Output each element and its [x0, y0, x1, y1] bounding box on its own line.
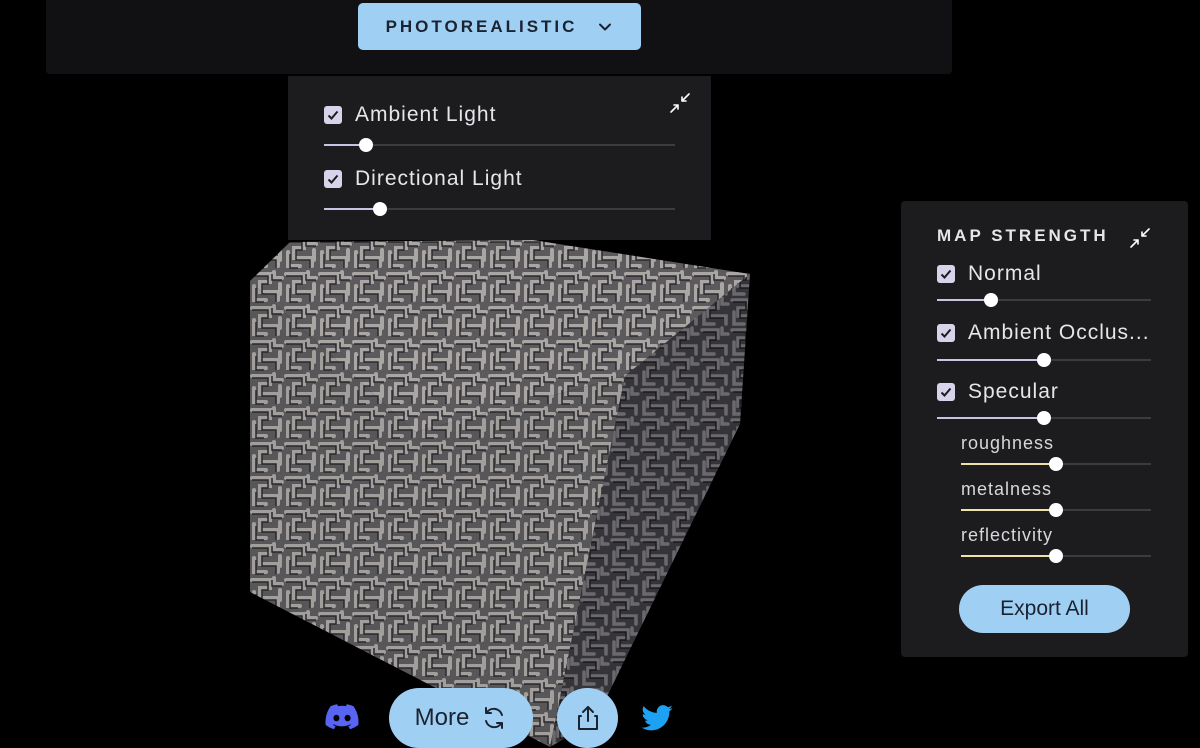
share-icon: [577, 706, 598, 730]
check-icon: [940, 269, 952, 279]
more-label: More: [414, 704, 470, 731]
specular-slider[interactable]: [937, 411, 1151, 425]
ambient-light-checkbox[interactable]: [324, 106, 342, 124]
ambient-occlusion-row: Ambient Occlus...: [937, 321, 1150, 345]
roughness-slider[interactable]: [961, 457, 1151, 471]
slider-fill: [324, 208, 381, 210]
ambient-light-label: Ambient Light: [355, 103, 497, 126]
slider-track: [324, 144, 675, 146]
slider-fill: [937, 359, 1044, 361]
slider-thumb[interactable]: [1037, 353, 1051, 367]
ambient-light-slider[interactable]: [324, 138, 675, 152]
ambient-light-row: Ambient Light: [324, 103, 496, 127]
normal-checkbox[interactable]: [937, 265, 955, 283]
share-button[interactable]: [557, 688, 618, 748]
twitter-link[interactable]: [641, 705, 673, 736]
export-all-button[interactable]: Export All: [959, 585, 1130, 633]
check-icon: [327, 174, 339, 184]
specular-checkbox[interactable]: [937, 383, 955, 401]
slider-thumb[interactable]: [1049, 503, 1063, 517]
directional-light-label: Directional Light: [355, 167, 523, 190]
slider-fill: [961, 463, 1056, 465]
slider-thumb[interactable]: [359, 138, 374, 152]
slider-fill: [961, 555, 1056, 557]
lighting-collapse-button[interactable]: [669, 92, 691, 114]
ambient-occlusion-slider[interactable]: [937, 353, 1151, 367]
reflectivity-slider[interactable]: [961, 549, 1151, 563]
collapse-icon: [670, 93, 690, 113]
render-mode-label: PHOTOREALISTIC: [385, 16, 578, 36]
reflectivity-label: reflectivity: [961, 525, 1054, 545]
normal-row: Normal: [937, 262, 1042, 286]
slider-fill: [937, 299, 991, 301]
specular-row: Specular: [937, 380, 1059, 404]
specular-label: Specular: [968, 380, 1059, 403]
metalness-label: metalness: [961, 479, 1053, 499]
slider-fill: [937, 417, 1044, 419]
render-mode-dropdown[interactable]: PHOTOREALISTIC: [358, 3, 641, 50]
check-icon: [940, 328, 952, 338]
slider-thumb[interactable]: [1049, 457, 1063, 471]
slider-thumb[interactable]: [1049, 549, 1063, 563]
slider-fill: [961, 509, 1056, 511]
directional-light-checkbox[interactable]: [324, 170, 342, 188]
metalness-slider[interactable]: [961, 503, 1151, 517]
slider-thumb[interactable]: [373, 202, 388, 216]
check-icon: [327, 110, 339, 120]
normal-label: Normal: [968, 262, 1042, 285]
refresh-icon: [485, 707, 504, 729]
map-strength-title: MAP STRENGTH: [937, 226, 1109, 245]
ambient-occlusion-checkbox[interactable]: [937, 324, 955, 342]
textured-cube-preview[interactable]: [250, 236, 762, 747]
normal-slider[interactable]: [937, 293, 1151, 307]
directional-light-slider[interactable]: [324, 202, 675, 216]
directional-light-row: Directional Light: [324, 167, 523, 191]
chevron-down-icon: [599, 23, 612, 30]
discord-link[interactable]: [325, 704, 359, 735]
collapse-icon: [1130, 228, 1150, 248]
map-strength-collapse-button[interactable]: [1129, 227, 1151, 249]
discord-icon: [325, 704, 359, 730]
twitter-icon: [641, 705, 673, 731]
more-button[interactable]: More: [389, 688, 533, 748]
slider-thumb[interactable]: [983, 293, 998, 307]
roughness-label: roughness: [961, 433, 1055, 453]
check-icon: [940, 387, 952, 397]
slider-thumb[interactable]: [1037, 411, 1051, 425]
ambient-occlusion-label: Ambient Occlus...: [968, 321, 1150, 344]
